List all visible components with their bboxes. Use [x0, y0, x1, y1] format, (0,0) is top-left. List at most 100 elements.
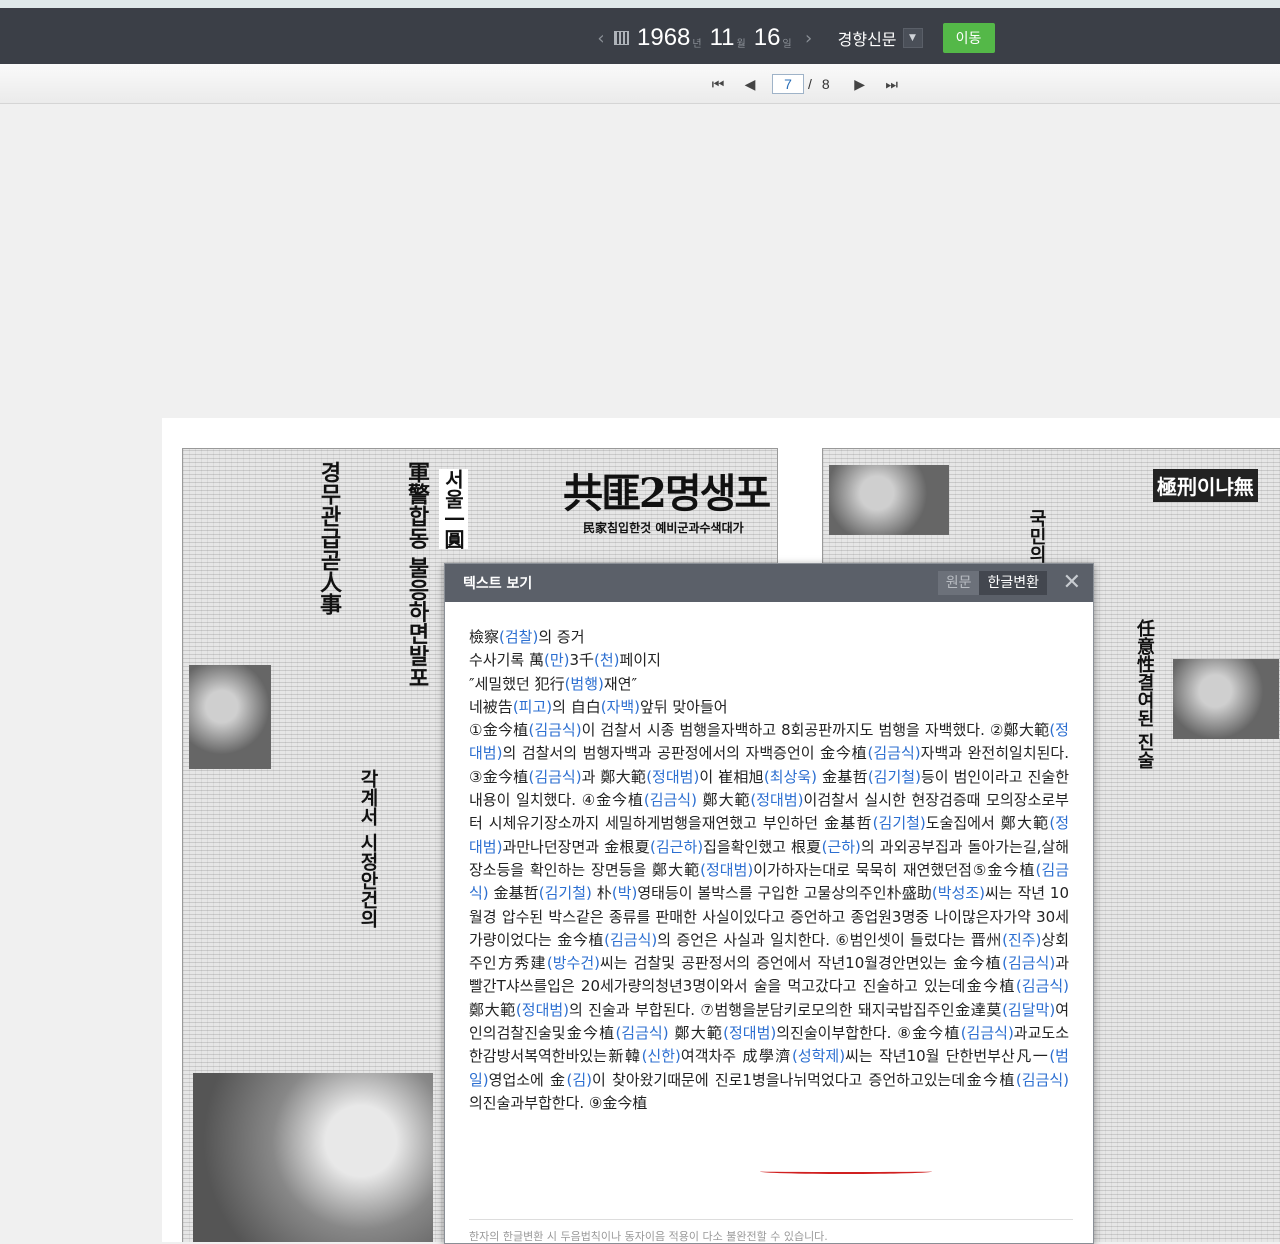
hangul-reading: (천) — [594, 651, 620, 670]
hangul-reading: (성학제) — [791, 1047, 846, 1066]
hangul-reading: (김기철) — [867, 767, 921, 786]
text-segment: 이 찾아왔기때문에 진로1병을나뉘먹었다고 증언하고있는데金今植 — [592, 1070, 1016, 1089]
headline-right-1: 국민의 — [1026, 509, 1047, 563]
text-segment: 金基哲 — [817, 767, 868, 786]
red-underline-annotation — [760, 1169, 932, 1174]
headline-col-4: 각계서 시정안건의 — [357, 769, 379, 928]
text-segment: 여객차주 成學濟 — [680, 1047, 792, 1066]
modal-title: 텍스트 보기 — [463, 576, 533, 592]
text-segment: 앞뒤 맞아들어 — [640, 697, 728, 716]
hangul-reading: (방수건) — [546, 954, 600, 973]
page-bar: ⏮ ◀ 7 / 8 ▶ ⏭ — [0, 64, 1280, 104]
date-navigator: ‹ 1968 년 11 월 16 일 › 경향신문 ▼ 이동 — [592, 16, 995, 60]
hangul-reading: (정대범) — [646, 767, 700, 786]
tab-original[interactable]: 원문 — [937, 571, 980, 595]
text-segment: 의 증거 — [538, 628, 585, 646]
article-paragraph: ①金今植(김금식)이 검찰서 시종 범행을자백하고 8회공판까지도 범행을 자백… — [469, 719, 1069, 1115]
conversion-notice: 한자의 한글변환 시 두음법칙이나 동자이음 적용이 다소 불완전할 수 있습니… — [469, 1219, 1073, 1243]
headline-col-3: 서울一圓 — [439, 469, 468, 549]
children-photo — [193, 1073, 433, 1242]
top-bar: ‹ 1968 년 11 월 16 일 › 경향신문 ▼ 이동 — [0, 0, 1280, 64]
go-button[interactable]: 이동 — [942, 23, 995, 53]
prev-date-icon[interactable]: ‹ — [592, 28, 610, 49]
text-segment: 수사기록 萬 — [469, 651, 544, 670]
text-segment: 의 검찰서의 범행자백과 공판정에서의 자백증언이 金今植 — [502, 744, 868, 763]
modal-header: 텍스트 보기 원문 한글변환 ✕ — [445, 564, 1093, 602]
text-segment: 檢察 — [469, 628, 500, 646]
text-segment: 이가하자는대로 묵묵히 재연했던점⑤金今植 — [753, 860, 1036, 879]
headline-line: 檢察(검찰)의 증거 — [469, 626, 1069, 649]
text-segment: 의 진술과 부합된다. ⑦범행을분담키로모의한 돼지국밥집주인金達莫 — [569, 1000, 1003, 1019]
close-icon[interactable]: ✕ — [1063, 570, 1081, 595]
hangul-reading: (근하) — [821, 837, 861, 856]
page-total: 8 — [821, 76, 830, 92]
text-segment: 영업소에 金 — [488, 1070, 567, 1089]
hangul-reading: (김금식) — [528, 767, 582, 786]
headline-line: 네被告(피고)의 自白(자백)앞뒤 맞아들어 — [469, 696, 1069, 719]
hangul-reading: (김) — [566, 1070, 593, 1089]
year-value[interactable]: 1968 — [637, 24, 690, 52]
hangul-reading: (김근하) — [650, 837, 704, 856]
text-segment: 과만나던장면과 金根夏 — [502, 837, 651, 856]
text-segment: ①金今植 — [469, 721, 529, 740]
headline-right-3: 任意性결여된 진술 — [1134, 619, 1155, 770]
sub-headline: 民家침입한것 예비군과수색대가 — [583, 521, 744, 535]
text-segment: 의 自白 — [552, 697, 601, 716]
hangul-reading: (만) — [543, 651, 570, 670]
text-segment: 과 鄭大範 — [581, 767, 647, 786]
text-segment: 鄭大範 — [469, 1000, 516, 1019]
hangul-reading: (김기철) — [538, 884, 592, 903]
hangul-reading: (김금식) — [867, 744, 921, 763]
tab-hangul-converted[interactable]: 한글변환 — [979, 571, 1047, 595]
month-unit: 월 — [736, 38, 746, 50]
text-segment: 재연″ — [603, 674, 638, 693]
next-date-icon[interactable]: › — [800, 28, 818, 49]
page-separator: / — [808, 76, 812, 92]
text-segment: 鄭大範 — [668, 1024, 724, 1043]
headline-col-1: 경무관급곧人事 — [316, 461, 342, 615]
hangul-reading: (정대범) — [700, 860, 754, 879]
hangul-reading: (김금식) — [1002, 954, 1056, 973]
hangul-reading: (진주) — [1002, 930, 1042, 949]
hangul-reading: (정대범) — [723, 1024, 777, 1043]
hangul-reading: (최상욱) — [763, 767, 818, 786]
hangul-reading: (검찰) — [499, 628, 539, 646]
text-segment: 의진술과부합한다. ⑨金今植 — [469, 1093, 648, 1112]
headline-main: 共匪2명생포 — [563, 470, 771, 517]
next-page-icon[interactable]: ▶ — [850, 76, 870, 93]
hangul-reading: (범행) — [564, 674, 604, 693]
text-segment: 의 증언은 사실과 일치한다. ⑥범인셋이 들렀다는 晋州 — [657, 930, 1003, 949]
last-page-icon[interactable]: ⏭ — [882, 76, 902, 93]
first-page-icon[interactable]: ⏮ — [708, 76, 728, 93]
headline-col-2: 軍警합동 불응하면발포 — [404, 461, 430, 689]
newspaper-select[interactable]: 경향신문 — [838, 26, 897, 50]
hangul-reading: (김기철) — [872, 814, 926, 833]
text-segment: 이 검찰서 시종 범행을자백하고 8회공판까지도 범행을 자백했다. ②鄭大範 — [581, 721, 1050, 740]
text-segment: ″세밀했던 犯行 — [469, 674, 565, 693]
hangul-reading: (박성조) — [931, 884, 985, 903]
hangul-reading: (피고) — [512, 697, 553, 716]
day-value[interactable]: 16 — [754, 24, 781, 52]
portrait-photo — [189, 665, 271, 769]
text-segment: 朴 — [591, 884, 612, 903]
text-segment: 페이지 — [619, 651, 661, 670]
calendar-icon[interactable] — [614, 31, 629, 45]
crowd-photo — [829, 465, 949, 535]
text-segment: 씨는 작년10월 단한번부산凡一 — [845, 1047, 1050, 1066]
text-segment: 영태등이 볼박스를 구입한 고물상의주인朴盛助 — [637, 884, 932, 903]
text-segment: 네被告 — [469, 697, 513, 716]
text-segment: 3千 — [569, 651, 595, 670]
page-number-input[interactable]: 7 — [772, 74, 804, 94]
hangul-reading: (김금식) — [1015, 977, 1069, 996]
hangul-reading: (김금식) — [528, 721, 582, 740]
hangul-reading: (김달막) — [1002, 1000, 1056, 1019]
headline-right-2: 極刑이냐無 — [1153, 469, 1258, 502]
prev-page-icon[interactable]: ◀ — [740, 76, 760, 93]
month-value[interactable]: 11 — [710, 24, 735, 52]
chevron-down-icon[interactable]: ▼ — [902, 28, 923, 48]
headline-line: ″세밀했던 犯行(범행)재연″ — [469, 673, 1069, 696]
text-segment: 이 崔相旭 — [699, 767, 764, 786]
hangul-reading: (김금식) — [615, 1024, 669, 1043]
text-segment: 도술집에서 鄭大範 — [925, 814, 1050, 833]
hangul-reading: (자백) — [600, 697, 641, 716]
